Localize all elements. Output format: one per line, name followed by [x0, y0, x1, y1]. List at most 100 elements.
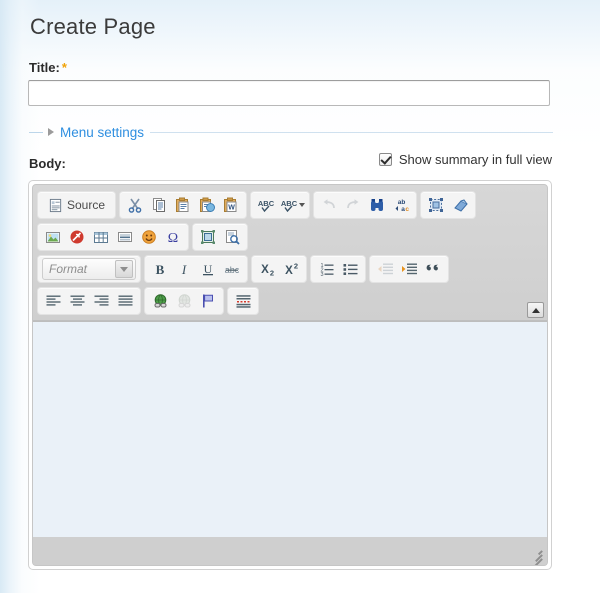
find-button[interactable]: [366, 194, 388, 216]
page-content: Create Page Title: * Menu settings Body: …: [0, 0, 600, 593]
image-button[interactable]: [42, 226, 64, 248]
anchor-button[interactable]: [197, 290, 219, 312]
svg-text:W: W: [228, 205, 235, 212]
paste-text-button[interactable]: [196, 194, 218, 216]
toolbar-group-format-combo: Format: [37, 255, 141, 283]
paste-word-button[interactable]: W: [220, 194, 242, 216]
bold-icon: B: [152, 261, 168, 277]
copy-icon: [151, 197, 167, 213]
strikethrough-icon: abc: [223, 261, 241, 277]
collapse-toolbar-button[interactable]: [527, 302, 544, 318]
copy-button[interactable]: [148, 194, 170, 216]
paste-button[interactable]: [172, 194, 194, 216]
align-center-button[interactable]: [66, 290, 88, 312]
paste-from-word-icon: W: [223, 197, 239, 213]
svg-text:U: U: [204, 262, 213, 276]
indent-button[interactable]: [398, 258, 420, 280]
chevron-down-icon[interactable]: [115, 260, 133, 278]
table-button[interactable]: [90, 226, 112, 248]
redo-arrow-icon: [345, 197, 361, 213]
align-right-button[interactable]: [90, 290, 112, 312]
superscript-button[interactable]: X2: [280, 258, 302, 280]
svg-text:X: X: [285, 265, 293, 277]
toolbar-group-tools: [192, 223, 248, 251]
ab-replace-icon: ab a c: [393, 197, 410, 213]
show-summary-checkbox[interactable]: [378, 153, 392, 166]
chevron-down-icon[interactable]: [298, 203, 305, 207]
triangle-right-icon[interactable]: [48, 128, 54, 136]
title-field-label: Title: *: [29, 60, 570, 75]
link-button[interactable]: [149, 290, 171, 312]
scissors-icon: [127, 197, 143, 213]
triangle-up-icon: [531, 307, 540, 313]
show-summary-toggle[interactable]: Show summary in full view: [378, 152, 552, 167]
select-all-button[interactable]: [425, 194, 447, 216]
svg-text:3: 3: [320, 272, 323, 277]
templates-button[interactable]: [197, 226, 219, 248]
toolbar-group-insert: Ω: [37, 223, 189, 251]
flash-button[interactable]: [66, 226, 88, 248]
svg-text:I: I: [181, 262, 187, 277]
svg-text:c: c: [405, 206, 409, 213]
abc-check-icon: ABC: [257, 197, 275, 213]
smiley-button[interactable]: [138, 226, 160, 248]
special-char-button[interactable]: Ω: [162, 226, 184, 248]
spellcheck-button[interactable]: ABC: [255, 194, 277, 216]
subscript-button[interactable]: X2: [256, 258, 278, 280]
templates-icon: [200, 229, 216, 245]
horizontal-rule-button[interactable]: [114, 226, 136, 248]
replace-button[interactable]: ab a c: [390, 194, 412, 216]
required-asterisk: *: [61, 60, 67, 75]
toolbar-group-blocks: [227, 287, 259, 315]
toolbar-group-clipboard: W: [119, 191, 248, 219]
show-summary-label: Show summary in full view: [398, 152, 552, 167]
page-break-button[interactable]: [221, 226, 243, 248]
rich-text-editor[interactable]: Source W ABC ABC ab a c Ω Format B I U a…: [28, 180, 552, 570]
format-dropdown-label: Format: [49, 262, 88, 276]
blockquote-button[interactable]: [422, 258, 444, 280]
bulleted-list-button[interactable]: [339, 258, 361, 280]
outdent-button[interactable]: [374, 258, 396, 280]
show-blocks-button[interactable]: [232, 290, 254, 312]
link-globe-icon: [152, 293, 169, 309]
editor-content-area[interactable]: [33, 321, 547, 537]
title-input[interactable]: [28, 80, 550, 106]
toolbar-group-selection: [420, 191, 477, 219]
toolbar-group-subsuper: X2 X2: [251, 255, 307, 283]
smiley-icon: [141, 229, 157, 245]
cut-button[interactable]: [124, 194, 146, 216]
eraser-icon: [452, 197, 469, 213]
justify-button[interactable]: [114, 290, 136, 312]
editor-resize-handle[interactable]: [529, 548, 543, 565]
toolbar-group-basicstyles: B I U abc: [144, 255, 248, 283]
omega-icon: Ω: [165, 229, 181, 245]
numbered-list-button[interactable]: 123: [315, 258, 337, 280]
binoculars-icon: [369, 197, 385, 213]
toolbar-row-4: [37, 285, 544, 318]
undo-button[interactable]: [318, 194, 340, 216]
align-right-icon: [93, 293, 110, 309]
underline-button[interactable]: U: [197, 258, 219, 280]
table-icon: [93, 229, 109, 245]
editor-toolbar[interactable]: Source W ABC ABC ab a c Ω Format B I U a…: [33, 185, 547, 321]
remove-format-button[interactable]: [449, 194, 471, 216]
svg-text:ab: ab: [397, 199, 405, 206]
body-field-label: Body:: [29, 156, 66, 171]
toolbar-group-links: [144, 287, 224, 315]
format-dropdown[interactable]: Format: [42, 258, 136, 280]
svg-text:2: 2: [270, 269, 274, 278]
italic-icon: I: [176, 261, 192, 277]
menu-settings-label[interactable]: Menu settings: [60, 125, 144, 140]
source-button[interactable]: Source: [42, 194, 111, 216]
redo-button[interactable]: [342, 194, 364, 216]
align-left-button[interactable]: [42, 290, 64, 312]
bold-button[interactable]: B: [149, 258, 171, 280]
scayt-button[interactable]: ABC: [279, 194, 305, 216]
toolbar-group-lists: 123: [310, 255, 366, 283]
subscript-icon: X2: [258, 261, 276, 277]
underline-icon: U: [200, 261, 216, 277]
strikethrough-button[interactable]: abc: [221, 258, 243, 280]
menu-settings-toggle[interactable]: Menu settings: [29, 124, 553, 140]
unlink-button[interactable]: [173, 290, 195, 312]
italic-button[interactable]: I: [173, 258, 195, 280]
